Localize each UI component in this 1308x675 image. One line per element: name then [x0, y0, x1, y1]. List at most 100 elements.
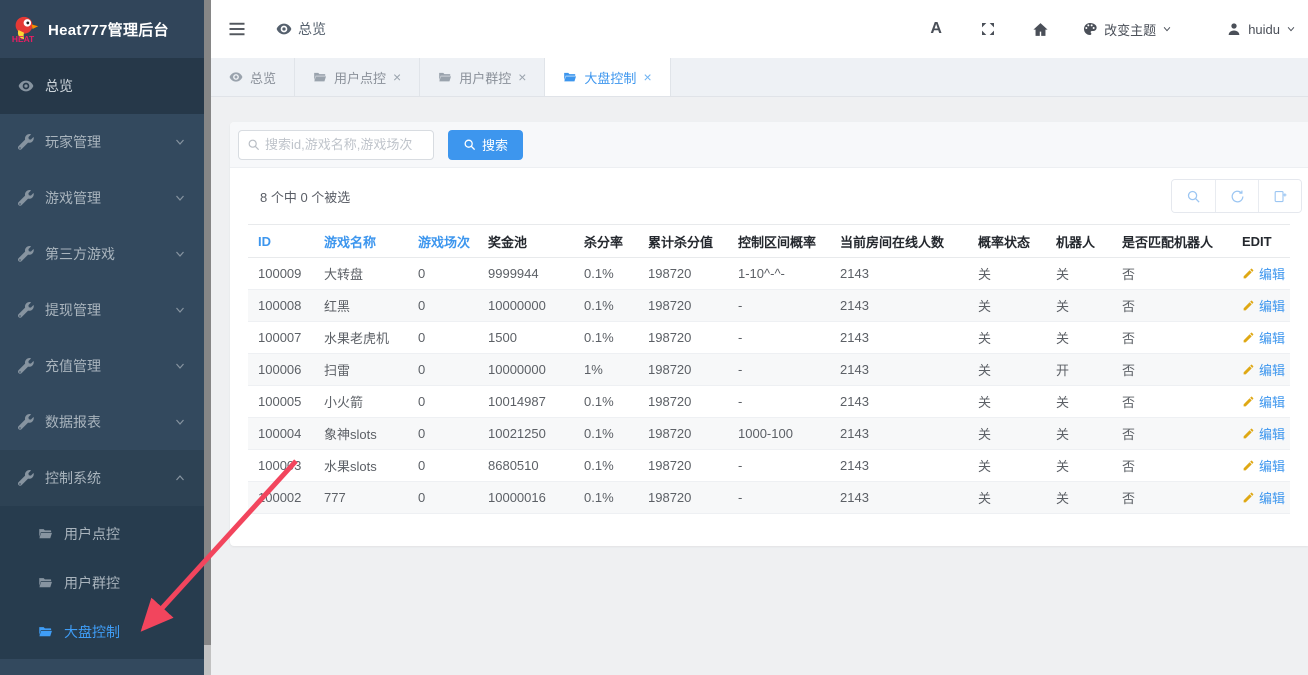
table-row[interactable]: 100005小火箭0100149870.1%198720-2143关关否编辑	[248, 386, 1290, 418]
table-row[interactable]: 100009大转盘099999440.1%1987201-10^-^-2143关…	[248, 258, 1290, 290]
edit-link[interactable]: 编辑	[1259, 296, 1285, 315]
cell-game_name: 扫雷	[314, 354, 408, 386]
cell-robot: 关	[1046, 418, 1112, 450]
sidebar-item-recharge-management[interactable]: 充值管理	[0, 338, 204, 394]
column-header: EDIT	[1232, 225, 1290, 258]
column-search-button[interactable]	[1172, 180, 1215, 212]
table-row[interactable]: 1000027770100000160.1%198720-2143关关否编辑	[248, 482, 1290, 514]
cell-prize_pool: 9999944	[478, 258, 574, 290]
sidebar-item-overview[interactable]: 总览	[0, 58, 204, 114]
cell-online: 2143	[830, 290, 968, 322]
folder-icon	[563, 70, 577, 84]
column-header[interactable]: 游戏场次	[408, 225, 478, 258]
close-tab-icon[interactable]: ×	[518, 70, 526, 84]
tab-label: 用户群控	[459, 68, 511, 87]
export-button[interactable]	[1258, 180, 1301, 212]
fullscreen-icon[interactable]	[962, 21, 1014, 37]
cell-edit: 编辑	[1232, 258, 1290, 290]
cell-kill_rate: 1%	[574, 354, 638, 386]
tab-user-point-control[interactable]: 用户点控 ×	[295, 58, 420, 96]
edit-link[interactable]: 编辑	[1259, 328, 1285, 347]
column-header: 累计杀分值	[638, 225, 728, 258]
cell-game_name: 象神slots	[314, 418, 408, 450]
sidebar-item-game-management[interactable]: 游戏管理	[0, 170, 204, 226]
cell-edit: 编辑	[1232, 418, 1290, 450]
edit-link[interactable]: 编辑	[1259, 360, 1285, 379]
user-dropdown[interactable]: huidu	[1226, 21, 1296, 37]
cell-kill_total: 198720	[638, 290, 728, 322]
sidebar-item-third-party-games[interactable]: 第三方游戏	[0, 226, 204, 282]
tab-overview[interactable]: 总览	[211, 58, 295, 96]
sidebar-item-data-reports[interactable]: 数据报表	[0, 394, 204, 450]
cell-kill_rate: 0.1%	[574, 482, 638, 514]
cell-id: 100004	[248, 418, 314, 450]
search-button[interactable]: 搜索	[448, 130, 523, 160]
cell-match_robot: 否	[1112, 354, 1232, 386]
tab-user-group-control[interactable]: 用户群控 ×	[420, 58, 545, 96]
app-logo[interactable]: HEAT Heat777管理后台	[0, 0, 204, 58]
cell-id: 100002	[248, 482, 314, 514]
close-tab-icon[interactable]: ×	[393, 70, 401, 84]
sidebar-item-label: 大盘控制	[64, 622, 120, 642]
cell-match_robot: 否	[1112, 418, 1232, 450]
wrench-icon	[18, 302, 34, 318]
sidebar-item-label: 控制系统	[45, 468, 101, 488]
sidebar-item-dashboard-control[interactable]: 大盘控制	[0, 607, 204, 656]
edit-link[interactable]: 编辑	[1259, 424, 1285, 443]
cell-prize_pool: 10000000	[478, 290, 574, 322]
edit-link[interactable]: 编辑	[1259, 456, 1285, 475]
cell-control_range: -	[728, 322, 830, 354]
tab-dashboard-control[interactable]: 大盘控制 ×	[545, 58, 670, 96]
theme-label: 改变主题	[1104, 20, 1156, 39]
cell-kill_rate: 0.1%	[574, 386, 638, 418]
home-icon[interactable]	[1014, 21, 1066, 38]
table-row[interactable]: 100008红黑0100000000.1%198720-2143关关否编辑	[248, 290, 1290, 322]
column-header: 当前房间在线人数	[830, 225, 968, 258]
folder-icon	[38, 624, 53, 639]
sidebar-item-user-group-control[interactable]: 用户群控	[0, 558, 204, 607]
page-content: 搜索 8 个中 0 个被选	[211, 98, 1308, 675]
cell-game_name: 水果老虎机	[314, 322, 408, 354]
table-row[interactable]: 100003水果slots086805100.1%198720-2143关关否编…	[248, 450, 1290, 482]
column-header: 机器人	[1046, 225, 1112, 258]
edit-link[interactable]: 编辑	[1259, 488, 1285, 507]
cell-match_robot: 否	[1112, 290, 1232, 322]
username: huidu	[1248, 22, 1280, 37]
tab-label: 用户点控	[334, 68, 386, 87]
search-input[interactable]	[265, 137, 441, 152]
cell-kill_rate: 0.1%	[574, 450, 638, 482]
table-row[interactable]: 100004象神slots0100212500.1%1987201000-100…	[248, 418, 1290, 450]
edit-link[interactable]: 编辑	[1259, 264, 1285, 283]
folder-icon	[313, 70, 327, 84]
cell-prob_status: 关	[968, 290, 1046, 322]
sidebar-item-label: 提现管理	[45, 300, 101, 320]
cell-prize_pool: 8680510	[478, 450, 574, 482]
selection-count-text: 8 个中 0 个被选	[260, 187, 350, 206]
sidebar-item-control-system[interactable]: 控制系统	[0, 450, 204, 506]
theme-dropdown[interactable]: 改变主题	[1082, 20, 1172, 39]
table-row[interactable]: 100007水果老虎机015000.1%198720-2143关关否编辑	[248, 322, 1290, 354]
cell-prize_pool: 10021250	[478, 418, 574, 450]
cell-id: 100003	[248, 450, 314, 482]
sidebar-item-player-management[interactable]: 玩家管理	[0, 114, 204, 170]
cell-match_robot: 否	[1112, 482, 1232, 514]
scrollbar-thumb[interactable]	[204, 0, 211, 645]
sidebar-item-withdraw-management[interactable]: 提现管理	[0, 282, 204, 338]
cell-session: 0	[408, 322, 478, 354]
menu-toggle-icon[interactable]	[228, 21, 246, 37]
refresh-button[interactable]	[1215, 180, 1258, 212]
column-header[interactable]: 游戏名称	[314, 225, 408, 258]
sidebar-item-user-point-control[interactable]: 用户点控	[0, 509, 204, 558]
palette-icon	[1082, 21, 1098, 37]
tab-label: 总览	[250, 68, 276, 87]
tab-label: 大盘控制	[584, 68, 636, 87]
table-row[interactable]: 100006扫雷0100000001%198720-2143关开否编辑	[248, 354, 1290, 386]
cell-kill_total: 198720	[638, 258, 728, 290]
cell-control_range: -	[728, 354, 830, 386]
column-header[interactable]: ID	[248, 225, 314, 258]
font-size-button[interactable]: A	[910, 20, 962, 38]
close-tab-icon[interactable]: ×	[643, 70, 651, 84]
wrench-icon	[18, 414, 34, 430]
edit-link[interactable]: 编辑	[1259, 392, 1285, 411]
sidebar-scrollbar[interactable]	[204, 0, 211, 675]
